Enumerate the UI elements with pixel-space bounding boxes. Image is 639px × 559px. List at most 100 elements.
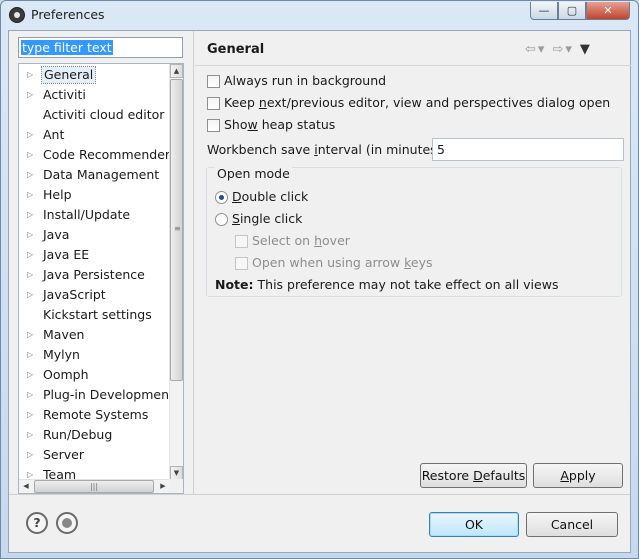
expand-arrow-icon[interactable]: ▷ (27, 465, 33, 480)
checkbox-box[interactable] (235, 234, 248, 248)
tree-vertical-scrollbar[interactable]: ▲ ≡ ▼ (169, 64, 183, 480)
apply-button[interactable]: Apply (533, 463, 623, 488)
tree-horizontal-scrollbar[interactable]: ◀ ||| ▶ (19, 479, 170, 493)
expand-arrow-icon[interactable]: ▷ (27, 125, 33, 145)
ok-button[interactable]: OK (429, 512, 519, 537)
tree-item[interactable]: ▷ Help (19, 185, 170, 205)
pane-separator[interactable] (193, 31, 194, 494)
tree-item-label: Data Management (43, 167, 160, 182)
expand-arrow-icon[interactable]: ▷ (27, 285, 33, 305)
open-arrow-keys-checkbox[interactable]: Open when using arrow keys (235, 254, 433, 272)
expand-arrow-icon[interactable]: ▷ (27, 65, 33, 85)
save-interval-label: Workbench save interval (in minutes): (207, 142, 446, 157)
scroll-right-arrow-icon[interactable]: ▶ (156, 480, 170, 493)
tree-item[interactable]: ▷ Data Management (19, 165, 170, 185)
tree-item[interactable]: ▷ General (19, 65, 170, 85)
title-bar[interactable]: Preferences — ▢ ✕ (1, 1, 638, 29)
always-run-label: Always run in background (224, 73, 387, 88)
tree-item[interactable]: ▷ Team (19, 465, 170, 480)
tree-item[interactable]: ▷ Java (19, 225, 170, 245)
single-click-label: Single click (232, 211, 303, 226)
expand-arrow-icon[interactable]: ▷ (27, 145, 33, 165)
cancel-button[interactable]: Cancel (526, 512, 618, 537)
help-icon: ? (33, 515, 41, 530)
double-click-radio[interactable]: Double click (215, 188, 308, 206)
filter-input[interactable]: type filter text (18, 37, 183, 58)
tree-item[interactable]: ▷ JavaScript (19, 285, 170, 305)
select-on-hover-checkbox[interactable]: Select on hover (235, 232, 350, 250)
tree-item-label: Remote Systems (43, 407, 149, 422)
expand-arrow-icon[interactable]: ▷ (27, 245, 33, 265)
save-interval-input[interactable]: 5 (432, 138, 624, 161)
view-menu-icon[interactable]: ▼ (580, 42, 590, 57)
close-button[interactable]: ✕ (586, 2, 630, 20)
maximize-button[interactable]: ▢ (558, 2, 586, 20)
page-navigation: ⇦ ▾ ⇨ ▾ ▼ (525, 42, 590, 57)
window-controls: — ▢ ✕ (530, 2, 630, 20)
scroll-down-arrow-icon[interactable]: ▼ (170, 466, 183, 480)
tree-item[interactable]: ▷ Code Recommenders (19, 145, 170, 165)
expand-arrow-icon[interactable]: ▷ (27, 205, 33, 225)
expand-arrow-icon[interactable]: ▷ (27, 385, 33, 405)
preferences-window: Preferences — ▢ ✕ type filter text ▷ Gene… (0, 0, 639, 559)
checkbox-box[interactable] (207, 96, 220, 110)
tree-item[interactable]: Activiti cloud editor (19, 105, 170, 125)
tree-item-label: Maven (43, 327, 85, 342)
forward-menu-chevron-icon[interactable]: ▾ (565, 42, 572, 57)
tree-item-label: Run/Debug (43, 427, 113, 442)
import-export-button[interactable] (56, 512, 78, 534)
tree-item[interactable]: ▷ Mylyn (19, 345, 170, 365)
expand-arrow-icon[interactable]: ▷ (27, 325, 33, 345)
tree-item[interactable]: ▷ Run/Debug (19, 425, 170, 445)
checkbox-box[interactable] (235, 256, 248, 270)
expand-arrow-icon[interactable]: ▷ (27, 85, 33, 105)
tree-item[interactable]: Kickstart settings (19, 305, 170, 325)
scroll-up-arrow-icon[interactable]: ▲ (170, 64, 183, 78)
radio-dot[interactable] (215, 212, 228, 226)
single-click-radio[interactable]: Single click (215, 210, 302, 228)
open-mode-note: Note: This preference may not take effect… (215, 276, 558, 294)
tree-item[interactable]: ▷ Java Persistence (19, 265, 170, 285)
expand-arrow-icon[interactable]: ▷ (27, 365, 33, 385)
minimize-button[interactable]: — (530, 2, 558, 20)
restore-defaults-button[interactable]: Restore Defaults (420, 463, 527, 488)
expand-arrow-icon[interactable]: ▷ (27, 265, 33, 285)
forward-arrow-icon[interactable]: ⇨ (552, 42, 563, 57)
close-icon: ✕ (603, 4, 613, 17)
vertical-scroll-thumb[interactable]: ≡ (170, 79, 183, 381)
back-arrow-icon[interactable]: ⇦ (525, 42, 536, 57)
always-run-background-checkbox[interactable]: Always run in background (207, 72, 386, 90)
tree-item[interactable]: ▷ Java EE (19, 245, 170, 265)
expand-arrow-icon[interactable]: ▷ (27, 165, 33, 185)
tree-item[interactable]: ▷ Oomph (19, 365, 170, 385)
expand-arrow-icon[interactable]: ▷ (27, 425, 33, 445)
tree-item-label: Ant (43, 127, 65, 142)
show-heap-label: Show heap status (224, 117, 336, 132)
checkbox-box[interactable] (207, 118, 220, 132)
expand-arrow-icon[interactable]: ▷ (27, 405, 33, 425)
expand-arrow-icon[interactable]: ▷ (27, 345, 33, 365)
tree-item[interactable]: ▷ Activiti (19, 85, 170, 105)
checkbox-box[interactable] (207, 74, 220, 88)
help-button[interactable]: ? (26, 512, 48, 534)
expand-arrow-icon[interactable]: ▷ (27, 185, 33, 205)
tree-item[interactable]: ▷ Remote Systems (19, 405, 170, 425)
tree-item-label: Plug-in Development (43, 387, 170, 402)
tree-item-label: Java EE (43, 247, 90, 262)
scroll-left-arrow-icon[interactable]: ◀ (19, 480, 33, 493)
tree-item-label: Java (43, 227, 70, 242)
expand-arrow-icon[interactable]: ▷ (27, 225, 33, 245)
tree-item-label: Team (43, 467, 77, 480)
tree-item[interactable]: ▷ Install/Update (19, 205, 170, 225)
tree-item[interactable]: ▷ Maven (19, 325, 170, 345)
tree-item[interactable]: ▷ Ant (19, 125, 170, 145)
tree-item[interactable]: ▷ Plug-in Development (19, 385, 170, 405)
show-heap-status-checkbox[interactable]: Show heap status (207, 116, 335, 134)
open-arrow-keys-label: Open when using arrow keys (252, 255, 433, 270)
horizontal-scroll-thumb[interactable]: ||| (34, 480, 154, 493)
expand-arrow-icon[interactable]: ▷ (27, 445, 33, 465)
keep-editor-dialog-checkbox[interactable]: Keep next/previous editor, view and pers… (207, 94, 610, 112)
tree-item[interactable]: ▷ Server (19, 445, 170, 465)
back-menu-chevron-icon[interactable]: ▾ (538, 42, 545, 57)
radio-dot[interactable] (215, 190, 228, 204)
